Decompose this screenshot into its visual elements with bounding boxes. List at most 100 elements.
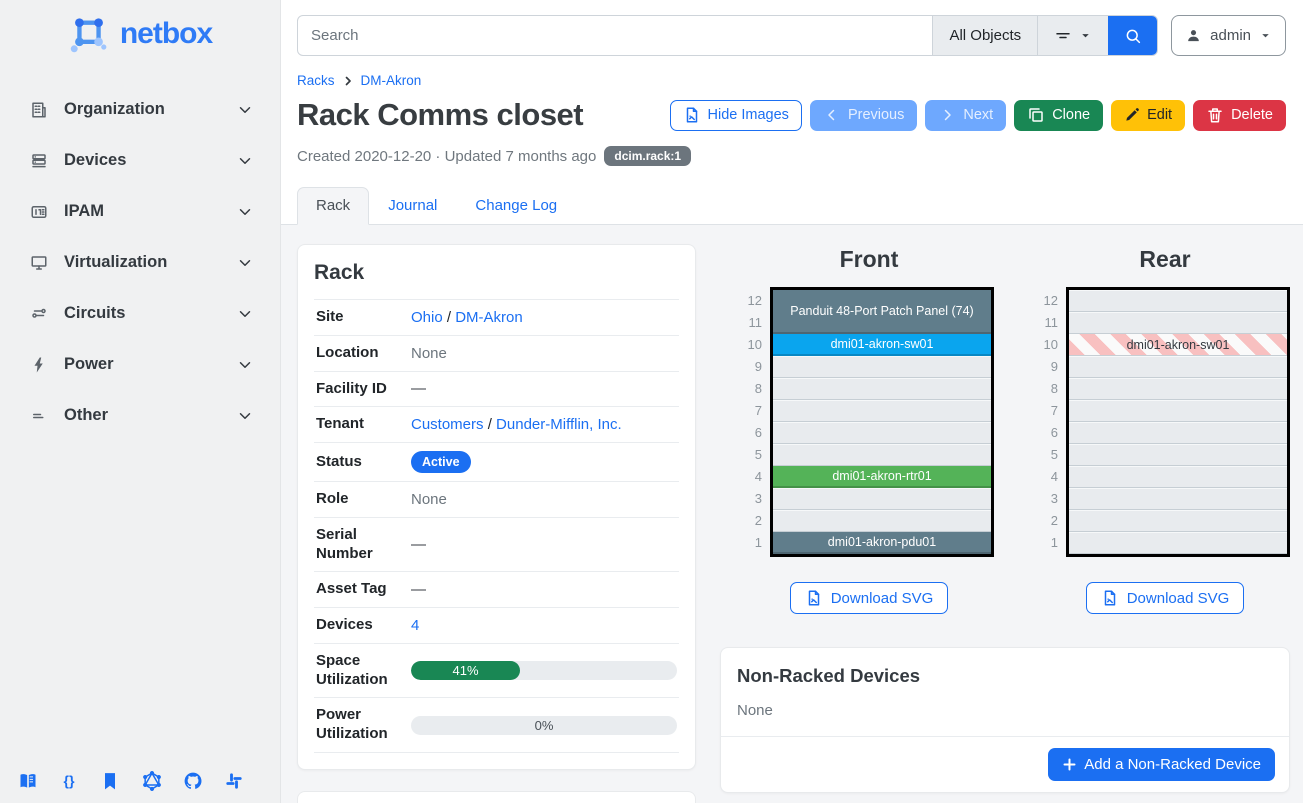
created-updated-text: Created 2020-12-20 · Updated 7 months ag… [297, 148, 596, 165]
rack-unit-empty[interactable] [1069, 356, 1287, 378]
object-id-badge: dcim.rack:1 [604, 146, 691, 166]
download-svg-button-front[interactable]: Download SVG [790, 582, 949, 614]
breadcrumb-link-dm-akron[interactable]: DM-Akron [361, 73, 422, 88]
info-value: 41% [411, 661, 677, 680]
previous-button[interactable]: Previous [810, 100, 917, 131]
search-icon [1124, 27, 1142, 45]
value-link[interactable]: 4 [411, 617, 419, 634]
tab-change-log[interactable]: Change Log [456, 187, 576, 225]
value-link-dunder-mifflin-inc[interactable]: Dunder-Mifflin, Inc. [496, 416, 622, 433]
rack-device-panduit-48-port-patch-panel-74[interactable]: Panduit 48-Port Patch Panel (74) [773, 290, 991, 334]
rack-unit-empty[interactable] [1069, 378, 1287, 400]
info-row-asset-tag: Asset Tag— [314, 572, 679, 608]
caret-down-icon [1259, 29, 1272, 42]
value-dash: — [411, 380, 426, 397]
value-dash: — [411, 536, 426, 553]
rack-unit-empty[interactable] [773, 422, 991, 444]
book-icon[interactable] [18, 771, 38, 791]
lines-icon [30, 407, 48, 425]
unit-number: 10 [1040, 334, 1058, 356]
info-value: 4 [411, 617, 677, 634]
search-scope-button[interactable]: All Objects [932, 16, 1037, 55]
status-badge: Active [411, 451, 471, 473]
rack-device-dmi01-akron-pdu01[interactable]: dmi01-akron-pdu01 [773, 532, 991, 554]
sidebar-item-organization[interactable]: Organization [0, 84, 280, 135]
rack-device-dmi01-akron-sw01[interactable]: dmi01-akron-sw01 [1069, 334, 1287, 356]
value-link-ohio[interactable]: Ohio [411, 309, 443, 326]
user-label: admin [1210, 27, 1251, 44]
rack-unit-empty[interactable] [773, 510, 991, 532]
sidebar-item-power[interactable]: Power [0, 339, 280, 390]
bookmark-icon[interactable] [100, 771, 120, 791]
code-braces-icon[interactable]: {} [59, 771, 79, 791]
rack-unit-empty[interactable] [1069, 400, 1287, 422]
rack-device-dmi01-akron-rtr01[interactable]: dmi01-akron-rtr01 [773, 466, 991, 488]
sidebar-item-devices[interactable]: Devices [0, 135, 280, 186]
clone-button[interactable]: Clone [1014, 100, 1103, 131]
github-icon[interactable] [183, 771, 203, 791]
main-area: All Objects admin RacksDM-Akron Rack Com… [281, 0, 1303, 803]
unit-number: 4 [1040, 466, 1058, 488]
rack-device-dmi01-akron-sw01[interactable]: dmi01-akron-sw01 [773, 334, 991, 356]
rack-unit-empty[interactable] [773, 356, 991, 378]
trash-icon [1206, 106, 1224, 124]
info-label: Space Utilization [316, 652, 411, 690]
search-input[interactable] [298, 16, 932, 55]
user-menu-button[interactable]: admin [1171, 15, 1286, 56]
next-button[interactable]: Next [925, 100, 1006, 131]
sidebar-item-ipam[interactable]: IPAM [0, 186, 280, 237]
rack-unit-empty[interactable] [1069, 422, 1287, 444]
server-icon [30, 152, 48, 170]
breadcrumb-link-racks[interactable]: Racks [297, 73, 335, 88]
rack-unit-empty[interactable] [1069, 466, 1287, 488]
rack-unit-empty[interactable] [773, 378, 991, 400]
rack-unit-empty[interactable] [773, 444, 991, 466]
rack-unit-empty[interactable] [1069, 510, 1287, 532]
rack-unit-empty[interactable] [1069, 532, 1287, 554]
rack-unit-empty[interactable] [773, 488, 991, 510]
info-label: Power Utilization [316, 706, 411, 744]
graphql-icon[interactable] [142, 771, 162, 791]
rack-unit-empty[interactable] [1069, 312, 1287, 334]
delete-button[interactable]: Delete [1193, 100, 1286, 131]
non-racked-devices-panel: Non-Racked Devices None Add a Non-Racked… [720, 647, 1290, 793]
search-submit-button[interactable] [1108, 16, 1157, 55]
sidebar-item-label: Virtualization [64, 253, 167, 272]
tab-rack[interactable]: Rack [297, 187, 369, 225]
unit-number: 3 [744, 488, 762, 510]
info-row-location: LocationNone [314, 336, 679, 372]
rack-unit-empty[interactable] [773, 400, 991, 422]
unit-number: 5 [1040, 444, 1058, 466]
person-icon [1185, 27, 1202, 44]
tab-journal[interactable]: Journal [369, 187, 456, 225]
download-svg-button-rear[interactable]: Download SVG [1086, 582, 1245, 614]
chevron-down-icon [236, 203, 254, 221]
info-row-tenant: TenantCustomers / Dunder-Mifflin, Inc. [314, 407, 679, 443]
rack-unit-empty[interactable] [1069, 488, 1287, 510]
chevron-right-icon [938, 106, 956, 124]
netbox-logo[interactable]: netbox [0, 0, 280, 56]
unit-numbers: 121110987654321 [744, 287, 762, 557]
hide-images-button[interactable]: Hide Images [670, 100, 802, 131]
slack-icon[interactable] [224, 771, 244, 791]
value-link-customers[interactable]: Customers [411, 416, 484, 433]
file-image-icon [683, 106, 701, 124]
sidebar-item-virtualization[interactable]: Virtualization [0, 237, 280, 288]
unit-number: 7 [744, 400, 762, 422]
sidebar-item-label: Circuits [64, 304, 125, 323]
chevron-left-icon [823, 106, 841, 124]
edit-button[interactable]: Edit [1111, 100, 1185, 131]
left-column: Rack SiteOhio / DM-AkronLocationNoneFaci… [297, 244, 696, 784]
value-dash: — [411, 581, 426, 598]
value-muted: None [411, 345, 447, 362]
rack-unit-empty[interactable] [1069, 444, 1287, 466]
rack-unit-empty[interactable] [1069, 290, 1287, 312]
next-panel-partial [297, 791, 696, 803]
sidebar-item-circuits[interactable]: Circuits [0, 288, 280, 339]
value-link-dm-akron[interactable]: DM-Akron [455, 309, 523, 326]
add-non-racked-device-button[interactable]: Add a Non-Racked Device [1048, 748, 1275, 781]
info-label: Facility ID [316, 380, 411, 399]
search-filter-button[interactable] [1037, 16, 1108, 55]
info-row-serial-number: Serial Number— [314, 518, 679, 573]
sidebar-item-other[interactable]: Other [0, 390, 280, 441]
